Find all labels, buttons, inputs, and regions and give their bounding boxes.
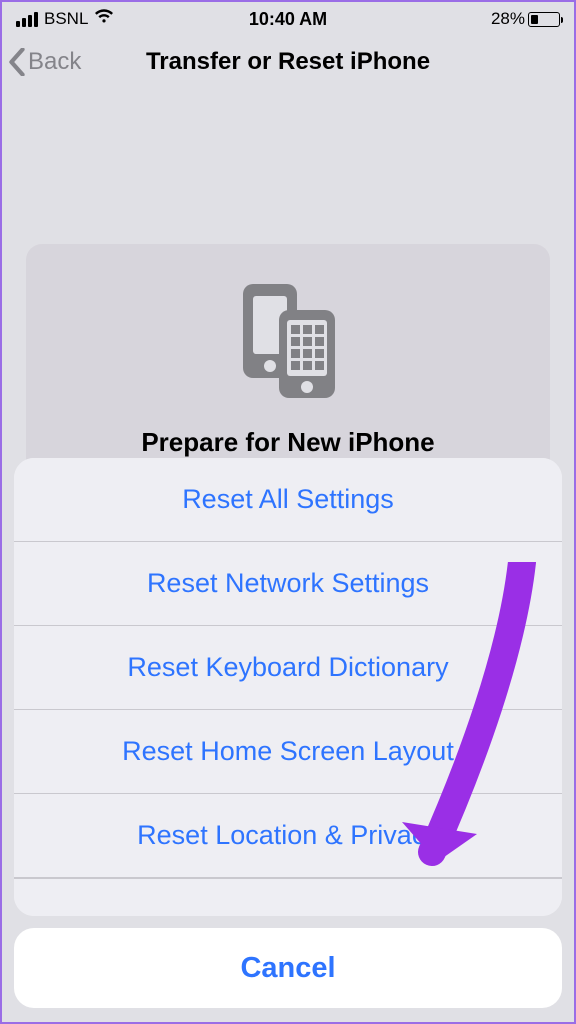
reset-network-settings[interactable]: Reset Network Settings bbox=[14, 542, 562, 626]
cancel-button[interactable]: Cancel bbox=[14, 928, 562, 1008]
reset-location-privacy[interactable]: Reset Location & Privacy bbox=[14, 794, 562, 878]
reset-keyboard-dictionary[interactable]: Reset Keyboard Dictionary bbox=[14, 626, 562, 710]
sheet-cutoff-row bbox=[14, 878, 562, 916]
reset-all-settings[interactable]: Reset All Settings bbox=[14, 458, 562, 542]
device-frame: BSNL 10:40 AM 28% Back Trans bbox=[0, 0, 576, 1024]
reset-action-sheet: Reset All Settings Reset Network Setting… bbox=[14, 458, 562, 1008]
action-sheet-group: Reset All Settings Reset Network Setting… bbox=[14, 458, 562, 916]
reset-home-screen-layout[interactable]: Reset Home Screen Layout bbox=[14, 710, 562, 794]
